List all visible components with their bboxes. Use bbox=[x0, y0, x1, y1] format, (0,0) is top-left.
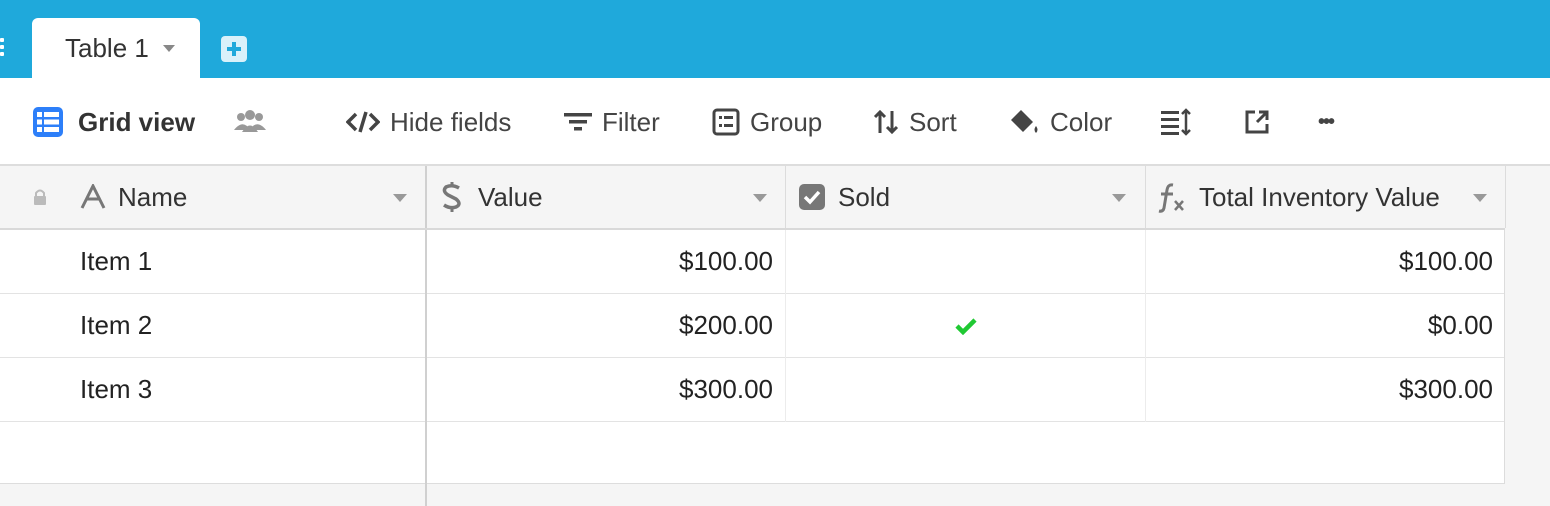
color-label: Color bbox=[1050, 106, 1113, 137]
column-divider bbox=[1504, 294, 1505, 358]
filter-label: Filter bbox=[602, 106, 660, 137]
table-row[interactable]: Item 2 $200.00 $0.00 bbox=[0, 294, 1505, 358]
add-table-icon[interactable] bbox=[221, 36, 247, 62]
people-icon bbox=[234, 110, 266, 132]
sort-icon bbox=[873, 109, 899, 135]
column-divider bbox=[1504, 230, 1505, 294]
column-header-name[interactable]: Name bbox=[80, 166, 425, 228]
column-divider bbox=[1145, 166, 1146, 228]
cell-name[interactable]: Item 1 bbox=[80, 230, 152, 293]
row-height-icon bbox=[1161, 108, 1191, 136]
frozen-column-divider bbox=[425, 294, 427, 358]
cell-sold[interactable] bbox=[786, 358, 1145, 421]
column-divider bbox=[1145, 294, 1146, 358]
tab-table-1[interactable]: Table 1 bbox=[32, 18, 200, 78]
view-switcher[interactable]: Grid view bbox=[32, 78, 195, 166]
external-link-icon bbox=[1245, 110, 1269, 134]
column-divider bbox=[785, 358, 786, 422]
chevron-down-icon[interactable] bbox=[162, 44, 175, 52]
sort-button[interactable]: Sort bbox=[873, 78, 957, 166]
base-header: Table 1 bbox=[0, 0, 1550, 78]
cell-total[interactable]: $300.00 bbox=[1146, 358, 1505, 421]
column-divider bbox=[1145, 230, 1146, 294]
cell-sold[interactable] bbox=[786, 230, 1145, 293]
column-header-sold[interactable]: Sold bbox=[798, 166, 1144, 228]
menu-grip-icon[interactable] bbox=[0, 38, 5, 60]
group-label: Group bbox=[750, 106, 823, 137]
column-label: Sold bbox=[838, 181, 891, 212]
frozen-column-divider bbox=[425, 166, 427, 228]
column-divider bbox=[785, 294, 786, 358]
share-view-button[interactable] bbox=[233, 78, 277, 166]
hide-fields-button[interactable]: Hide fields bbox=[346, 78, 511, 166]
column-divider bbox=[1145, 358, 1146, 422]
cell-value[interactable]: $200.00 bbox=[427, 294, 785, 357]
cell-name[interactable]: Item 2 bbox=[80, 294, 152, 357]
table-row[interactable]: Item 1 $100.00 $100.00 bbox=[0, 230, 1505, 294]
share-button[interactable] bbox=[1243, 78, 1281, 166]
cell-total[interactable]: $0.00 bbox=[1146, 294, 1505, 357]
formula-field-icon bbox=[1158, 183, 1184, 213]
chevron-down-icon[interactable] bbox=[1473, 194, 1487, 202]
column-label: Value bbox=[478, 181, 543, 212]
cell-name[interactable]: Item 3 bbox=[80, 358, 152, 421]
column-divider bbox=[1504, 358, 1505, 422]
column-header-value[interactable]: Value bbox=[440, 166, 785, 228]
cell-sold[interactable] bbox=[786, 294, 1145, 357]
column-divider bbox=[785, 166, 786, 228]
view-name: Grid view bbox=[78, 106, 196, 137]
currency-field-icon bbox=[442, 182, 461, 212]
cell-value[interactable]: $300.00 bbox=[427, 358, 785, 421]
more-options-button[interactable]: ••• bbox=[1318, 78, 1335, 166]
sort-label: Sort bbox=[909, 106, 957, 137]
hide-fields-icon bbox=[346, 111, 380, 133]
frozen-column-divider bbox=[425, 422, 427, 484]
column-header-total-inventory-value[interactable]: Total Inventory Value bbox=[1157, 166, 1505, 228]
chevron-down-icon[interactable] bbox=[393, 194, 407, 202]
column-divider bbox=[1505, 166, 1506, 228]
row-height-button[interactable] bbox=[1160, 78, 1202, 166]
column-label: Name bbox=[118, 181, 188, 212]
frozen-column-divider bbox=[425, 230, 427, 294]
color-button[interactable]: Color bbox=[1008, 78, 1112, 166]
hide-fields-label: Hide fields bbox=[390, 106, 512, 137]
lock-icon bbox=[32, 166, 52, 228]
check-icon bbox=[954, 317, 977, 335]
checkbox-field-icon bbox=[799, 184, 825, 210]
frozen-column-divider bbox=[425, 484, 427, 506]
cell-value[interactable]: $100.00 bbox=[427, 230, 785, 293]
text-field-icon bbox=[80, 184, 106, 209]
group-button[interactable]: Group bbox=[712, 78, 822, 166]
frozen-column-divider bbox=[425, 358, 427, 422]
view-toolbar: Grid view Hide fields Filter Group Sort … bbox=[0, 78, 1550, 166]
paint-bucket-icon bbox=[1011, 110, 1038, 133]
data-grid: Name Value Sold Total Inventory Value It… bbox=[0, 166, 1550, 506]
add-row[interactable] bbox=[0, 422, 1505, 484]
more-icon: ••• bbox=[1318, 110, 1335, 133]
filter-icon bbox=[564, 113, 592, 131]
tab-label: Table 1 bbox=[65, 32, 149, 63]
column-divider bbox=[1504, 422, 1505, 484]
group-icon bbox=[712, 108, 740, 136]
grid-view-icon bbox=[33, 107, 63, 137]
chevron-down-icon[interactable] bbox=[1112, 194, 1126, 202]
chevron-down-icon[interactable] bbox=[753, 194, 767, 202]
column-divider bbox=[785, 230, 786, 294]
column-label: Total Inventory Value bbox=[1199, 181, 1440, 212]
table-row[interactable]: Item 3 $300.00 $300.00 bbox=[0, 358, 1505, 422]
cell-total[interactable]: $100.00 bbox=[1146, 230, 1505, 293]
filter-button[interactable]: Filter bbox=[564, 78, 660, 166]
column-header-row: Name Value Sold Total Inventory Value bbox=[0, 166, 1506, 230]
